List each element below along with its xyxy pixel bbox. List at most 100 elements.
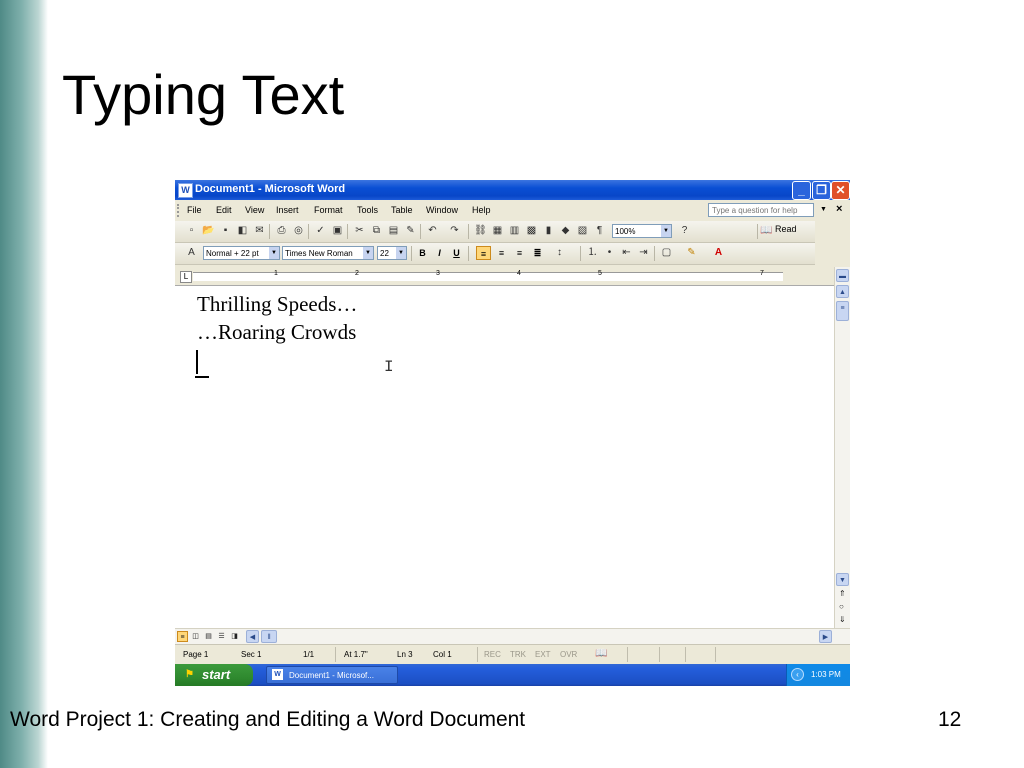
help-dropdown-icon[interactable]: ▼ [820, 206, 827, 213]
status-ovr[interactable]: OVR [560, 650, 577, 659]
word-app-icon[interactable]: W [178, 183, 193, 198]
columns-icon[interactable]: ▮ [542, 224, 555, 237]
select-browse-object-icon[interactable]: ○ [839, 602, 844, 611]
save-icon[interactable]: ▪ [219, 224, 232, 237]
menu-view[interactable]: View [245, 205, 264, 215]
font-size-dropdown[interactable]: 22 ▼ [377, 246, 407, 260]
permission-icon[interactable]: ◧ [236, 224, 249, 237]
menu-tools[interactable]: Tools [357, 205, 378, 215]
menu-help[interactable]: Help [472, 205, 491, 215]
taskbar-item-word[interactable]: W Document1 - Microsof... [266, 666, 398, 684]
scroll-right-icon[interactable]: ▶ [819, 630, 832, 643]
status-separator [477, 647, 478, 662]
horizontal-scroll-thumb[interactable]: ⦀ [261, 630, 277, 643]
status-trk[interactable]: TRK [510, 650, 526, 659]
menu-window[interactable]: Window [426, 205, 458, 215]
increase-indent-icon[interactable]: ⇥ [637, 246, 650, 259]
print-layout-icon[interactable]: ▤ [203, 631, 214, 642]
ruler-strip[interactable]: 1 2 3 4 5 7 [193, 270, 783, 281]
document-close-icon[interactable]: × [836, 203, 842, 215]
read-button[interactable]: Read [775, 224, 797, 234]
scroll-left-icon[interactable]: ◀ [246, 630, 259, 643]
menu-edit[interactable]: Edit [216, 205, 232, 215]
menu-table[interactable]: Table [391, 205, 413, 215]
format-painter-icon[interactable]: ✎ [404, 224, 417, 237]
status-ext[interactable]: EXT [535, 650, 551, 659]
insert-table-icon[interactable]: ▥ [508, 224, 521, 237]
menu-grip[interactable] [177, 204, 181, 217]
highlight-icon[interactable]: ✎ [685, 246, 698, 259]
previous-page-icon[interactable]: ⇑ [839, 589, 846, 598]
title-bar[interactable]: W Document1 - Microsoft Word _ ❐ ✕ [175, 180, 850, 200]
tables-borders-icon[interactable]: ▦ [491, 224, 504, 237]
font-value: Times New Roman [285, 249, 353, 258]
style-dropdown[interactable]: Normal + 22 pt ▼ [203, 246, 280, 260]
italic-button[interactable]: I [432, 246, 447, 260]
align-right-button[interactable]: ≡ [512, 246, 527, 260]
paste-icon[interactable]: ▤ [387, 224, 400, 237]
normal-view-icon[interactable]: ≡ [177, 631, 188, 642]
hyperlink-icon[interactable]: ⛓ [474, 224, 487, 237]
restore-icon[interactable]: ❐ [812, 181, 831, 200]
reading-layout-icon[interactable]: ◨ [229, 631, 240, 642]
close-icon[interactable]: ✕ [831, 181, 850, 200]
scroll-down-icon[interactable]: ▼ [836, 573, 849, 586]
status-rec[interactable]: REC [484, 650, 501, 659]
line-spacing-icon[interactable]: ↕ [553, 246, 566, 259]
print-preview-icon[interactable]: ◎ [292, 224, 305, 237]
show-hide-icon[interactable]: ¶ [593, 224, 606, 237]
chevron-down-icon[interactable]: ▼ [661, 225, 671, 237]
cut-icon[interactable]: ✂ [353, 224, 366, 237]
underline-button[interactable]: U [449, 246, 464, 260]
research-icon[interactable]: ▣ [331, 224, 344, 237]
new-document-icon[interactable]: ▫ [185, 224, 198, 237]
spelling-status-icon[interactable]: 📖 [595, 648, 607, 659]
ask-question-input[interactable]: Type a question for help [708, 203, 814, 217]
end-of-document-mark [195, 376, 209, 378]
zoom-dropdown[interactable]: 100% ▼ [612, 224, 672, 238]
font-dropdown[interactable]: Times New Roman ▼ [282, 246, 374, 260]
align-left-button[interactable]: ≡ [476, 246, 491, 260]
show-hidden-icons-icon[interactable]: ‹ [791, 668, 804, 681]
chevron-down-icon[interactable]: ▼ [396, 247, 406, 259]
email-icon[interactable]: ✉ [253, 224, 266, 237]
copy-icon[interactable]: ⧉ [370, 224, 383, 237]
minimize-icon[interactable]: _ [792, 181, 811, 200]
font-color-icon[interactable]: A [712, 246, 725, 259]
split-handle[interactable]: ▬ [836, 269, 849, 282]
drawing-icon[interactable]: ◆ [559, 224, 572, 237]
next-page-icon[interactable]: ⇓ [839, 615, 846, 624]
print-icon[interactable]: ⎙ [275, 224, 288, 237]
redo-icon[interactable]: ↷ [448, 224, 461, 237]
vertical-scrollbar[interactable]: ▬ ▲ ≡ ▼ ⇑ ○ ⇓ [834, 267, 850, 628]
chevron-down-icon[interactable]: ▼ [363, 247, 373, 259]
clock[interactable]: 1:03 PM [811, 670, 841, 679]
help-icon[interactable]: ? [678, 224, 691, 237]
tab-selector[interactable]: L [180, 271, 192, 283]
bold-button[interactable]: B [415, 246, 430, 260]
chevron-down-icon[interactable]: ▼ [269, 247, 279, 259]
justify-button[interactable]: ≣ [530, 246, 545, 260]
spelling-icon[interactable]: ✓ [314, 224, 327, 237]
undo-icon[interactable]: ↶ [426, 224, 439, 237]
menu-file[interactable]: File [187, 205, 202, 215]
document-map-icon[interactable]: ▧ [576, 224, 589, 237]
styles-formatting-icon[interactable]: A [185, 246, 198, 259]
borders-icon[interactable]: ▢ [660, 246, 673, 259]
numbering-icon[interactable]: ⒈ [586, 246, 599, 259]
scroll-up-icon[interactable]: ▲ [836, 285, 849, 298]
center-button[interactable]: ≡ [494, 246, 509, 260]
start-button[interactable]: ⚑ start [175, 664, 253, 686]
read-book-icon[interactable]: 📖 [760, 224, 773, 237]
outline-view-icon[interactable]: ☰ [216, 631, 227, 642]
web-layout-icon[interactable]: ◫ [190, 631, 201, 642]
bullets-icon[interactable]: • [603, 246, 616, 259]
menu-format[interactable]: Format [314, 205, 343, 215]
document-area[interactable]: Thrilling Speeds… …Roaring Crowds I [175, 285, 834, 629]
scroll-thumb[interactable]: ≡ [836, 301, 849, 321]
horizontal-scrollbar[interactable]: ≡ ◫ ▤ ☰ ◨ ◀ ⦀ ▶ [175, 628, 850, 645]
menu-insert[interactable]: Insert [276, 205, 299, 215]
insert-excel-icon[interactable]: ▩ [525, 224, 538, 237]
open-icon[interactable]: 📂 [202, 224, 215, 237]
decrease-indent-icon[interactable]: ⇤ [620, 246, 633, 259]
